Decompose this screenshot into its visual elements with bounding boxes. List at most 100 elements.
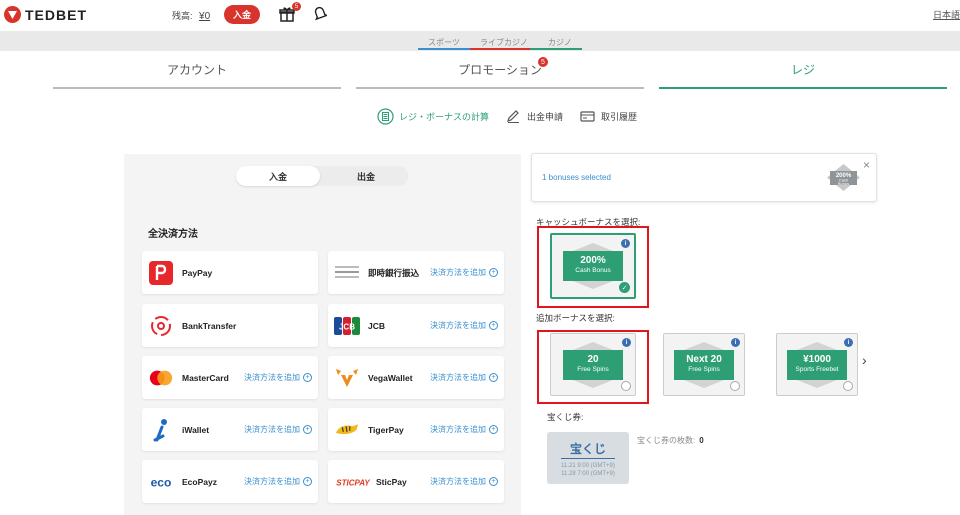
close-icon[interactable]: ×: [863, 158, 870, 172]
balance: 残高: ¥0: [172, 9, 210, 22]
ecopayz-logo-icon: eco: [148, 469, 174, 495]
bell-icon[interactable]: [313, 6, 329, 21]
deposit-withdraw-toggle: 入金 出金: [236, 166, 408, 186]
add-payment-method-link[interactable]: 決済方法を追加 +: [244, 372, 312, 383]
lottery-count-label: 宝くじ券の枚数:: [637, 436, 696, 445]
plus-circle-icon: +: [303, 373, 312, 382]
bonus-plate: ¥1000 Sports Freebet: [787, 349, 847, 380]
lottery-end-date: 11.28 7:00 (GMT+9): [561, 471, 615, 477]
payment-method-mastercard[interactable]: MasterCard 決済方法を追加 +: [142, 356, 318, 399]
bonus-type: Free Spins: [577, 365, 609, 373]
bonus-plate: 200% Cash Bonus: [563, 251, 623, 281]
payment-method-paypay[interactable]: PayPay: [142, 251, 318, 294]
check-icon: ✓: [619, 282, 630, 293]
extra-bonus-label: 追加ボーナスを選択:: [536, 313, 615, 323]
cash-bonus-card[interactable]: 200% Cash Bonus i ✓: [550, 233, 636, 299]
product-nav-live-casino-underline: [470, 48, 530, 50]
tab-promotion-underline: [356, 87, 644, 89]
receipt-icon: [580, 110, 595, 122]
payment-method-ecopayz[interactable]: eco EcoPayz 決済方法を追加 +: [142, 460, 318, 503]
add-payment-method-link[interactable]: 決済方法を追加 +: [244, 424, 312, 435]
plus-circle-icon: +: [489, 477, 498, 486]
radio-button[interactable]: [843, 381, 853, 391]
jcb-logo-icon: JCB: [334, 313, 360, 339]
tab-account-underline: [53, 87, 341, 89]
payment-method-instant-bank[interactable]: 即時銀行振込 決済方法を追加 +: [328, 251, 504, 294]
tab-account[interactable]: アカウント: [53, 61, 341, 89]
language-selector[interactable]: 日本語: [933, 8, 960, 21]
pencil-icon: [507, 109, 520, 123]
lottery-ticket: 宝くじ 11.21 9:00 (GMT+9) 11.28 7:00 (GMT+9…: [547, 432, 629, 484]
plus-circle-icon: +: [489, 321, 498, 330]
extra-bonus-card-free-spins[interactable]: 20 Free Spins i: [550, 333, 636, 396]
add-payment-method-link[interactable]: 決済方法を追加 +: [430, 424, 498, 435]
add-payment-method-label: 決済方法を追加: [244, 425, 300, 434]
add-payment-method-label: 決済方法を追加: [244, 373, 300, 382]
tab-cashier[interactable]: レジ: [659, 61, 947, 89]
payment-method-jcb[interactable]: JCB JCB 決済方法を追加 +: [328, 304, 504, 347]
lottery-ticket-title: 宝くじ: [569, 442, 606, 456]
withdraw-tab[interactable]: 出金: [324, 166, 408, 186]
add-payment-method-link[interactable]: 決済方法を追加 +: [430, 320, 498, 331]
payment-method-sticpay[interactable]: STICPAY SticPay 決済方法を追加 +: [328, 460, 504, 503]
deposit-tab[interactable]: 入金: [236, 166, 320, 186]
cashier-link-bonus-calc[interactable]: レジ・ボーナスの計算: [377, 107, 489, 125]
info-icon[interactable]: i: [731, 338, 740, 347]
paypay-logo-icon: [148, 260, 174, 286]
payment-method-name: PayPay: [182, 267, 213, 278]
plus-circle-icon: +: [489, 425, 498, 434]
balance-value[interactable]: ¥0: [199, 11, 210, 22]
chevron-right-icon[interactable]: ›: [862, 352, 867, 368]
lottery-count: 宝くじ券の枚数: 0: [637, 435, 704, 446]
bonus-plate: Next 20 Free Spins: [674, 349, 734, 380]
radio-button[interactable]: [730, 381, 740, 391]
payment-method-tigerpay[interactable]: TigerPay 決済方法を追加 +: [328, 408, 504, 451]
info-icon[interactable]: i: [844, 338, 853, 347]
product-nav-casino-underline: [530, 48, 582, 50]
product-nav-sports[interactable]: スポーツ: [428, 37, 460, 48]
payment-method-banktransfer[interactable]: BankTransfer: [142, 304, 318, 347]
payment-method-name: TigerPay: [368, 424, 404, 435]
bonus-amount: ¥1000: [803, 353, 831, 365]
payment-method-name: SticPay: [376, 476, 407, 487]
add-payment-method-link[interactable]: 決済方法を追加 +: [244, 476, 312, 487]
add-payment-method-link[interactable]: 決済方法を追加 +: [430, 476, 498, 487]
svg-text:eco: eco: [151, 475, 172, 489]
extra-bonus-card-next-free-spins[interactable]: Next 20 Free Spins i: [663, 333, 745, 396]
tab-cashier-label: レジ: [790, 63, 815, 77]
gift-icon[interactable]: 5: [279, 2, 301, 22]
lottery-count-value: 0: [699, 436, 704, 445]
payment-method-vegawallet[interactable]: VegaWallet 決済方法を追加 +: [328, 356, 504, 399]
add-payment-method-label: 決済方法を追加: [430, 373, 486, 382]
extra-bonus-card-sports-freebet[interactable]: ¥1000 Sports Freebet i: [776, 333, 858, 396]
tab-promotion-label: プロモーション: [458, 63, 542, 77]
sticpay-logo-icon: STICPAY: [334, 469, 372, 495]
add-payment-method-link[interactable]: 決済方法を追加 +: [430, 372, 498, 383]
cashier-link-withdraw[interactable]: 出金申請: [505, 108, 563, 125]
deposit-button[interactable]: 入金: [224, 5, 260, 24]
bank-stripes-logo-icon: [334, 260, 360, 286]
tigerpay-logo-icon: [334, 417, 360, 443]
payment-method-iwallet[interactable]: iWallet 決済方法を追加 +: [142, 408, 318, 451]
cashier-link-history-label: 取引履歴: [601, 111, 638, 122]
tedbet-logo-icon: [4, 6, 21, 23]
tab-promotion[interactable]: プロモーション 5: [356, 57, 644, 89]
bonus-amount: 20: [587, 353, 599, 365]
lottery-label: 宝くじ券:: [547, 412, 584, 422]
payment-section-title: 全決済方法: [148, 229, 198, 240]
add-payment-method-label: 決済方法を追加: [430, 425, 486, 434]
lottery-divider: [561, 458, 615, 459]
product-nav-live-casino[interactable]: ライブカジノ: [480, 37, 528, 48]
plus-circle-icon: +: [489, 268, 498, 277]
selected-bonuses-text: 1 bonuses selected: [542, 173, 611, 182]
bonus-plate: 20 Free Spins: [563, 349, 623, 380]
add-payment-method-link[interactable]: 決済方法を追加 +: [430, 267, 498, 278]
cashier-link-history[interactable]: 取引履歴: [579, 108, 637, 125]
info-icon[interactable]: i: [621, 239, 630, 248]
product-nav-casino[interactable]: カジノ: [548, 37, 572, 48]
info-icon[interactable]: i: [622, 338, 631, 347]
brand-logo[interactable]: TEDBET: [4, 6, 87, 23]
add-payment-method-label: 決済方法を追加: [430, 321, 486, 330]
radio-button[interactable]: [621, 381, 631, 391]
payment-method-name: EcoPayz: [182, 476, 217, 487]
